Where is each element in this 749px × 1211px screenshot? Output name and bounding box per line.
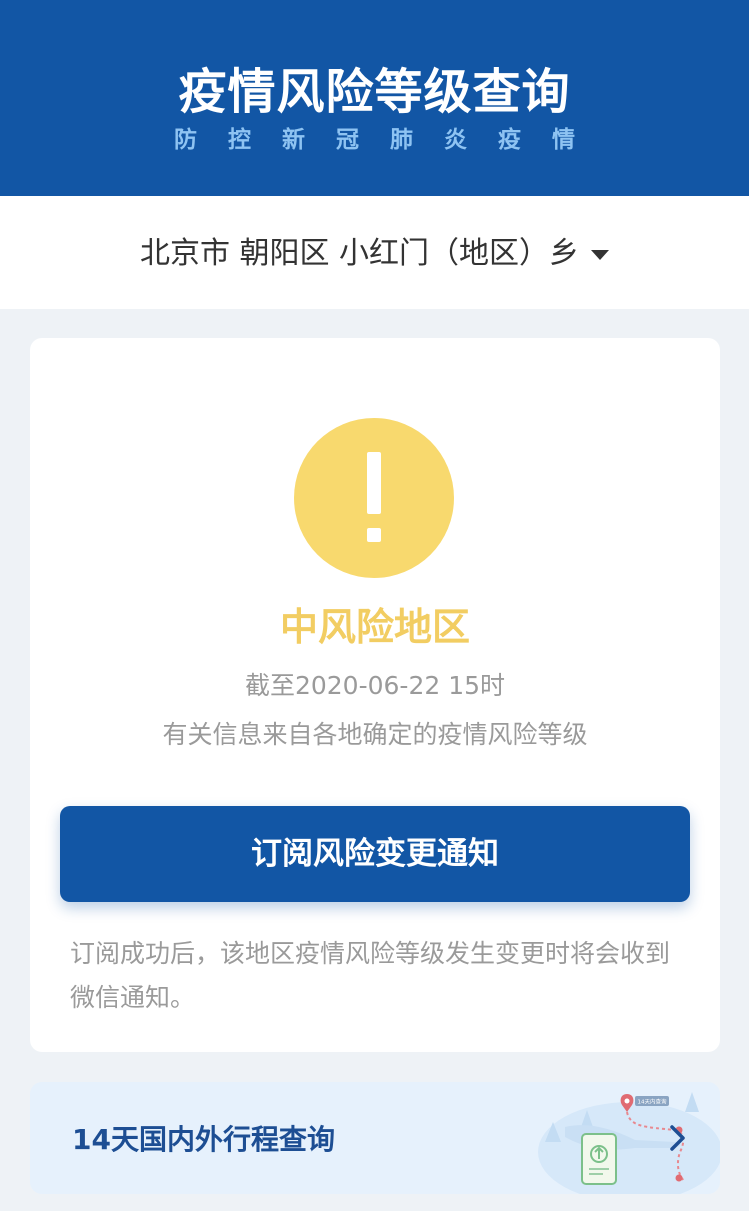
page-title: 疫情风险等级查询	[178, 64, 571, 120]
itinerary-illustration: 14天内查询	[538, 1092, 720, 1194]
exclamation-icon	[294, 418, 454, 578]
risk-level-label: 中风险地区	[279, 605, 470, 649]
illustration-tag: 14天内查询	[638, 1098, 667, 1106]
subscribe-button[interactable]: 订阅风险变更通知	[60, 806, 690, 902]
subscribe-description: 订阅成功后，该地区疫情风险等级发生变更时将会收到微信通知。	[70, 939, 671, 1012]
page-subtitle: 防控新冠肺炎疫情	[174, 127, 606, 153]
as-of-timestamp: 截至2020-06-22 15时	[244, 671, 506, 700]
source-note: 有关信息来自各地确定的疫情风险等级	[162, 720, 588, 749]
location-selector[interactable]: 北京市 朝阳区 小红门（地区）乡	[0, 196, 749, 309]
itinerary-query-link[interactable]: 14天内查询 14天国内外行程查询	[30, 1082, 720, 1194]
exclamation-bar	[367, 452, 381, 514]
exclamation-dot	[367, 528, 381, 542]
chevron-right-icon	[670, 1125, 685, 1151]
location-display[interactable]: 北京市 朝阳区 小红门（地区）乡	[0, 228, 749, 272]
itinerary-label: 14天国内外行程查询	[72, 1123, 335, 1156]
caret-down-icon	[591, 249, 610, 260]
risk-card: 中风险地区 截至2020-06-22 15时 有关信息来自各地确定的疫情风险等级…	[30, 338, 720, 1052]
location-label: 北京市 朝阳区 小红门（地区）乡	[139, 236, 580, 271]
page-header: 疫情风险等级查询 防控新冠肺炎疫情	[0, 0, 749, 196]
